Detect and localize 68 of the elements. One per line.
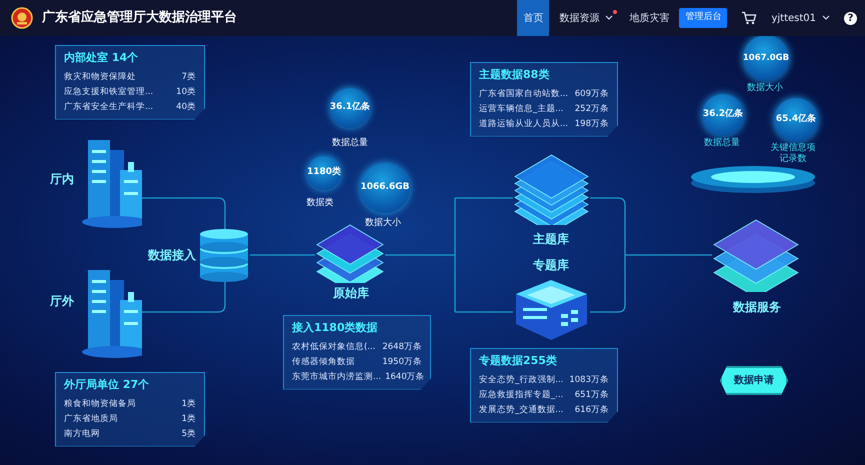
panel-title: 专题数据255类 xyxy=(479,353,558,369)
row-name: 广东省地质局 xyxy=(64,412,118,426)
row-value: 252万条 xyxy=(574,102,609,116)
emblem-icon xyxy=(11,7,33,29)
node-label: 厅内 xyxy=(50,171,74,188)
database-icon xyxy=(198,228,250,282)
node-label: 数据服务 xyxy=(733,299,781,316)
stat-bubble: 1180类 xyxy=(307,156,341,190)
row-value: 7类 xyxy=(182,70,196,84)
row-value: 616万条 xyxy=(574,404,609,416)
node-label: 数据接入 xyxy=(148,247,196,264)
row-name: 东莞市城市内涝监测... xyxy=(292,370,382,384)
caret-icon xyxy=(605,15,614,21)
row-name: 安全态势_行政强制... xyxy=(479,374,564,386)
row-value: 10类 xyxy=(176,86,196,98)
cart-icon[interactable] xyxy=(741,11,758,25)
row-name: 传感器倾角数据 xyxy=(292,356,355,368)
row-name: 运营车辆信息_主题... xyxy=(479,102,564,116)
stat-bubble: 36.1亿条 xyxy=(330,88,370,128)
row-name: 道路运输从业人员从... xyxy=(479,118,568,130)
stat-caption: 数据大小 xyxy=(747,82,783,95)
nav-tab[interactable]: 数据资源 xyxy=(553,0,620,36)
row-value: 2648万条 xyxy=(382,340,422,354)
panel-title: 主题数据88类 xyxy=(479,67,550,83)
node-label: 专题库 xyxy=(533,257,569,274)
row-value: 1类 xyxy=(182,398,196,410)
stat-caption: 数据大小 xyxy=(365,217,401,230)
stat-bubble: 65.4亿条 xyxy=(774,98,818,142)
row-name: 广东省国家自动站数... xyxy=(479,88,568,100)
row-name: 应急救援指挥专题_... xyxy=(479,388,564,402)
stat-caption: 关键信息项记录数 xyxy=(770,143,816,165)
stat-bubble: 1067.0GB xyxy=(743,36,789,81)
row-value: 1083万条 xyxy=(569,374,609,386)
node-label: 主题库 xyxy=(533,231,569,248)
row-value: 40类 xyxy=(176,100,196,114)
row-name: 发展态势_交通数据... xyxy=(479,404,564,416)
row-name: 南方电网 xyxy=(64,428,100,440)
row-value: 1类 xyxy=(182,412,196,426)
row-name: 粮食和物资储备局 xyxy=(64,398,136,410)
node-label: 原始库 xyxy=(333,285,369,302)
row-value: 651万条 xyxy=(574,388,609,402)
caret-icon xyxy=(822,15,830,21)
stat-caption: 数据类 xyxy=(306,197,334,210)
stat-caption: 数据总量 xyxy=(704,137,740,150)
panel-title: 外厅局单位 27个 xyxy=(64,377,150,393)
admin-button[interactable]: 管理后台 xyxy=(679,8,728,28)
stat-bubble: 36.2亿条 xyxy=(702,94,744,136)
connector-line xyxy=(250,254,315,256)
row-value: 198万条 xyxy=(574,118,609,130)
stat-caption: 数据总量 xyxy=(332,137,368,150)
row-value: 609万条 xyxy=(574,88,609,100)
row-name: 应急支援和铁室管理... xyxy=(64,86,154,98)
user-menu[interactable]: yjttest01 xyxy=(771,10,816,26)
panel-title: 内部处室 14个 xyxy=(64,50,140,66)
nav-tab[interactable]: 首页 xyxy=(517,0,550,36)
stat-bubble: 1066.6GB xyxy=(360,163,410,213)
node-label: 厅外 xyxy=(50,293,74,310)
row-name: 广东省安全生产科学... xyxy=(64,100,154,114)
help-icon[interactable]: ? xyxy=(844,12,857,24)
app-title: 广东省应急管理厅大数据治理平台 xyxy=(42,8,237,28)
row-value: 5类 xyxy=(182,428,196,440)
row-name: 救灾和物资保障处 xyxy=(64,70,136,84)
row-name: 农村低保对象信息(... xyxy=(292,340,376,354)
panel-title: 接入1180类数据 xyxy=(292,320,379,336)
nav-tab[interactable]: 地质灾害 xyxy=(623,0,676,36)
row-value: 1950万条 xyxy=(382,356,422,368)
row-value: 1640万条 xyxy=(385,370,425,384)
apply-button[interactable]: 数据申请 xyxy=(720,366,788,395)
